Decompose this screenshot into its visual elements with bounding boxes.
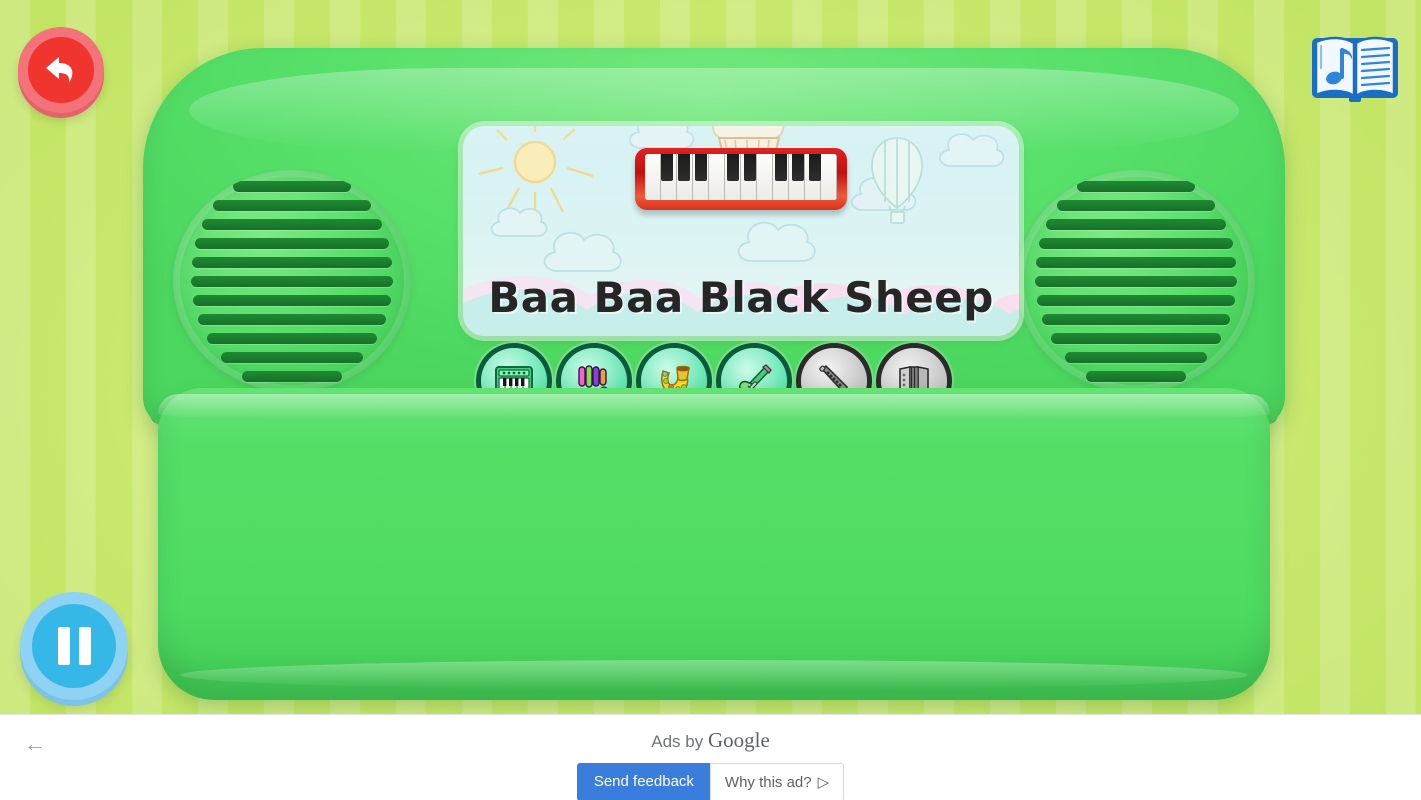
google-wordmark: Google [707,728,770,752]
mini-black-key [661,154,673,181]
app-stage: Baa Baa Black Sheep [0,0,1421,714]
back-arrow-icon [46,57,73,83]
piano-lower-shell: C D [158,388,1270,700]
mini-white-key [645,154,661,200]
speaker-slat [213,199,371,211]
why-this-ad-icon: ▷ [817,774,830,791]
ads-by-prefix: Ads by [651,732,708,751]
speaker-slat [1039,237,1233,249]
mini-white-key [709,154,725,200]
mini-black-key [695,154,707,181]
pause-icon-bar-right [78,627,91,665]
piano-upper-shell: Baa Baa Black Sheep [143,48,1285,438]
speaker-slat [207,332,377,344]
mini-black-key [775,154,787,181]
mini-black-key [744,154,756,181]
speaker-slat [191,275,393,287]
mini-black-key [727,154,739,181]
speaker-slat [193,294,391,306]
mini-keyboard-graphic [635,148,847,210]
mini-black-key [678,154,690,181]
speaker-slat [192,256,392,268]
songbook-button[interactable] [1305,22,1405,114]
song-title-screen[interactable]: Baa Baa Black Sheep [463,126,1019,336]
speaker-slat [1042,313,1230,325]
song-title: Baa Baa Black Sheep [488,273,994,322]
ads-by-google-label: Ads by Google [0,728,1421,753]
back-button[interactable] [18,27,104,113]
speaker-slat [1046,218,1226,230]
speaker-slat [233,180,351,192]
songbook-icon [1312,36,1398,102]
mini-black-key [809,154,821,181]
send-feedback-button[interactable]: Send feedback [576,763,710,800]
speaker-slat [195,237,389,249]
speaker-slat [198,313,386,325]
pause-icon-bar-left [57,627,70,665]
mini-keyboard-whites [645,154,837,200]
speaker-slat [1057,199,1215,211]
speaker-slat [1035,275,1237,287]
why-this-ad-button[interactable]: Why this ad? ▷ [709,763,845,800]
ad-bar: ← Ads by Google Send feedback Why this a… [0,714,1421,800]
back-button-inner [28,37,94,103]
speaker-slat [1037,294,1235,306]
toy-piano: Baa Baa Black Sheep [118,40,1310,705]
pause-button[interactable] [20,592,128,700]
why-this-ad-label: Why this ad? [724,773,812,791]
mini-black-key [792,154,804,181]
mini-white-key [757,154,773,200]
mini-white-key [821,154,837,200]
speaker-slat [1036,256,1236,268]
speaker-slat [1051,332,1221,344]
speaker-slat [202,218,382,230]
ad-button-group: Send feedback Why this ad? ▷ [0,763,1421,800]
pause-button-inner [32,604,116,688]
speaker-slat [1077,180,1195,192]
